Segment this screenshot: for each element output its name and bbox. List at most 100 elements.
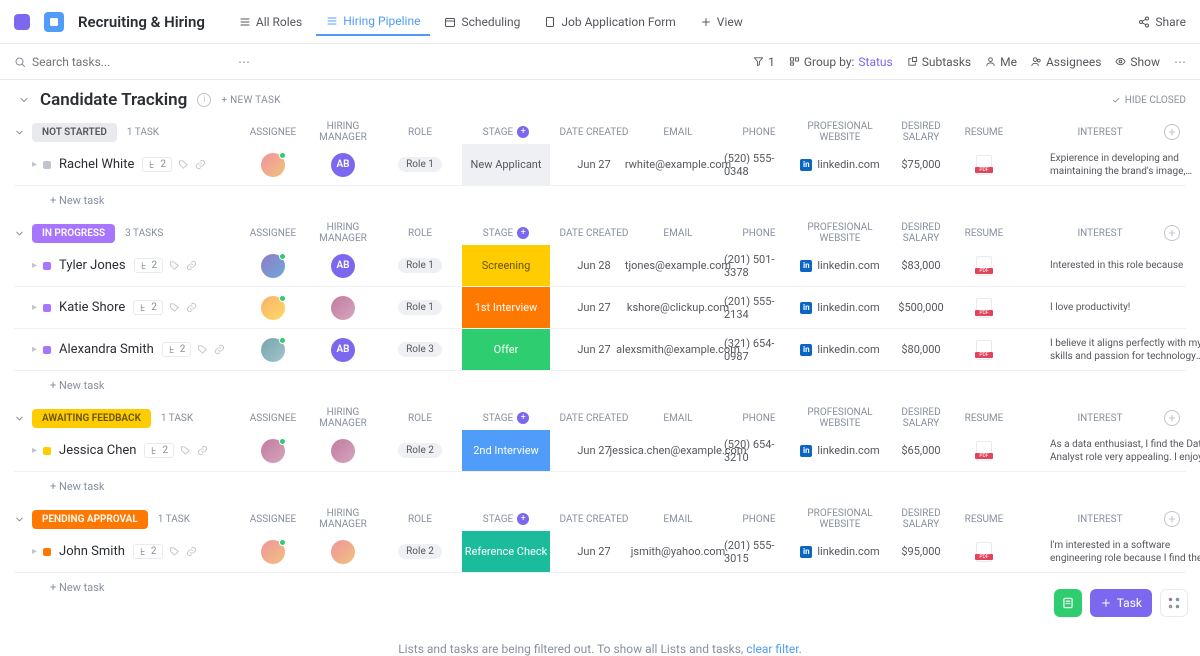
view-hiring-pipeline[interactable]: Hiring Pipeline bbox=[316, 8, 430, 36]
stage-plus-icon[interactable]: + bbox=[517, 227, 529, 239]
phone-cell[interactable]: (321) 654-0987 bbox=[724, 337, 794, 363]
col-stage[interactable]: STAGE+ bbox=[462, 126, 550, 138]
add-column-button[interactable]: + bbox=[1164, 410, 1180, 426]
stage-cell[interactable]: 2nd Interview bbox=[462, 430, 550, 471]
hide-closed-button[interactable]: HIDE CLOSED bbox=[1111, 95, 1186, 106]
stage-plus-icon[interactable]: + bbox=[517, 412, 529, 424]
hiring-manager-cell[interactable] bbox=[308, 439, 378, 463]
col-stage[interactable]: STAGE+ bbox=[462, 412, 550, 424]
view-job-form[interactable]: Job Application Form bbox=[534, 8, 685, 36]
hiring-manager-cell[interactable]: AB bbox=[308, 254, 378, 278]
search-more-icon[interactable]: ⋯ bbox=[238, 55, 250, 69]
status-dot[interactable] bbox=[43, 447, 51, 455]
stage-cell[interactable]: 1st Interview bbox=[462, 287, 550, 328]
col-website[interactable]: PROFESIONAL WEBSITE bbox=[798, 222, 882, 244]
status-dot[interactable] bbox=[43, 161, 51, 169]
view-add[interactable]: View bbox=[690, 8, 753, 36]
col-role[interactable]: ROLE bbox=[390, 413, 450, 424]
col-salary[interactable]: DESIRED SALARY bbox=[886, 508, 956, 530]
website-cell[interactable]: inlinkedin.com bbox=[798, 158, 882, 171]
new-task-row[interactable]: + New task bbox=[14, 371, 1186, 400]
resume-cell[interactable] bbox=[956, 542, 1012, 562]
stage-plus-icon[interactable]: + bbox=[517, 513, 529, 525]
assignees-button[interactable]: Assignees bbox=[1031, 55, 1101, 69]
caret-icon[interactable]: ▸ bbox=[32, 344, 37, 355]
col-salary[interactable]: DESIRED SALARY bbox=[886, 121, 956, 143]
col-date[interactable]: DATE CREATED bbox=[554, 228, 634, 239]
hiring-manager-avatar[interactable]: AB bbox=[331, 254, 355, 278]
col-email[interactable]: EMAIL bbox=[638, 514, 718, 525]
subtask-badge[interactable]: 2 bbox=[134, 258, 164, 273]
website-cell[interactable]: inlinkedin.com bbox=[798, 301, 882, 314]
email-cell[interactable]: kshore@clickup.com bbox=[638, 301, 718, 314]
col-phone[interactable]: PHONE bbox=[724, 413, 794, 424]
stage-plus-icon[interactable]: + bbox=[517, 126, 529, 138]
col-resume[interactable]: RESUME bbox=[956, 413, 1012, 424]
caret-icon[interactable]: ▸ bbox=[32, 445, 37, 456]
col-phone[interactable]: PHONE bbox=[724, 514, 794, 525]
subtask-badge[interactable]: 2 bbox=[133, 300, 163, 315]
resume-cell[interactable] bbox=[956, 256, 1012, 276]
col-date[interactable]: DATE CREATED bbox=[554, 127, 634, 138]
col-hiring-manager[interactable]: HIRING MANAGER bbox=[308, 222, 378, 244]
add-column-button[interactable]: + bbox=[1164, 225, 1180, 241]
hiring-manager-avatar[interactable]: AB bbox=[331, 153, 355, 177]
info-icon[interactable]: i bbox=[197, 93, 211, 107]
stage-cell[interactable]: Screening bbox=[462, 245, 550, 286]
phone-cell[interactable]: (201) 501-3378 bbox=[724, 253, 794, 279]
tag-icon[interactable] bbox=[178, 159, 189, 170]
col-role[interactable]: ROLE bbox=[390, 514, 450, 525]
email-cell[interactable]: rwhite@example.com bbox=[638, 158, 718, 171]
website-cell[interactable]: inlinkedin.com bbox=[798, 444, 882, 457]
col-resume[interactable]: RESUME bbox=[956, 228, 1012, 239]
link-icon[interactable] bbox=[195, 159, 206, 170]
col-date[interactable]: DATE CREATED bbox=[554, 514, 634, 525]
link-icon[interactable] bbox=[214, 344, 225, 355]
add-column-button[interactable]: + bbox=[1164, 124, 1180, 140]
new-task-row[interactable]: + New task bbox=[14, 186, 1186, 215]
link-icon[interactable] bbox=[197, 445, 208, 456]
task-row[interactable]: ▸ Jessica Chen 2 Role 2 2nd Interview Ju… bbox=[14, 430, 1186, 472]
task-row[interactable]: ▸ Rachel White 2 AB Role 1 New Applicant… bbox=[14, 144, 1186, 186]
filter-button[interactable]: 1 bbox=[753, 55, 775, 69]
add-column-button[interactable]: + bbox=[1164, 511, 1180, 527]
status-chip[interactable]: IN PROGRESS bbox=[32, 224, 115, 243]
col-hiring-manager[interactable]: HIRING MANAGER bbox=[308, 121, 378, 143]
link-icon[interactable] bbox=[186, 546, 197, 557]
new-task-row[interactable]: + New task bbox=[14, 573, 1186, 602]
col-role[interactable]: ROLE bbox=[390, 127, 450, 138]
subtask-badge[interactable]: 2 bbox=[144, 443, 174, 458]
search-input[interactable] bbox=[32, 55, 232, 69]
assignee-cell[interactable] bbox=[238, 439, 308, 463]
task-name[interactable]: Alexandra Smith bbox=[59, 342, 154, 357]
email-cell[interactable]: alexsmith@example.com bbox=[638, 343, 718, 356]
role-cell[interactable]: Role 1 bbox=[390, 157, 450, 172]
assignee-cell[interactable] bbox=[238, 540, 308, 564]
list-color-icon[interactable] bbox=[44, 12, 64, 32]
assignee-cell[interactable] bbox=[238, 153, 308, 177]
clear-filter-link[interactable]: clear filter bbox=[746, 642, 798, 656]
task-name[interactable]: Katie Shore bbox=[59, 300, 125, 315]
hiring-manager-cell[interactable] bbox=[308, 540, 378, 564]
hiring-manager-cell[interactable]: AB bbox=[308, 153, 378, 177]
col-website[interactable]: PROFESIONAL WEBSITE bbox=[798, 407, 882, 429]
role-cell[interactable]: Role 1 bbox=[390, 300, 450, 315]
chevron-down-icon[interactable] bbox=[14, 413, 25, 424]
status-dot[interactable] bbox=[43, 262, 51, 270]
resume-cell[interactable] bbox=[956, 298, 1012, 318]
chevron-down-icon[interactable] bbox=[14, 127, 25, 138]
status-dot[interactable] bbox=[43, 304, 51, 312]
view-all-roles[interactable]: All Roles bbox=[229, 8, 312, 36]
view-scheduling[interactable]: Scheduling bbox=[434, 8, 530, 36]
col-stage[interactable]: STAGE+ bbox=[462, 513, 550, 525]
status-dot[interactable] bbox=[43, 346, 51, 354]
col-hiring-manager[interactable]: HIRING MANAGER bbox=[308, 407, 378, 429]
role-cell[interactable]: Role 2 bbox=[390, 544, 450, 559]
phone-cell[interactable]: (520) 555-0348 bbox=[724, 152, 794, 178]
col-assignee[interactable]: ASSIGNEE bbox=[238, 228, 308, 239]
col-stage[interactable]: STAGE+ bbox=[462, 227, 550, 239]
show-button[interactable]: Show bbox=[1115, 55, 1160, 69]
tag-icon[interactable] bbox=[169, 546, 180, 557]
phone-cell[interactable]: (201) 555-3015 bbox=[724, 539, 794, 565]
task-row[interactable]: ▸ Tyler Jones 2 AB Role 1 Screening Jun … bbox=[14, 245, 1186, 287]
